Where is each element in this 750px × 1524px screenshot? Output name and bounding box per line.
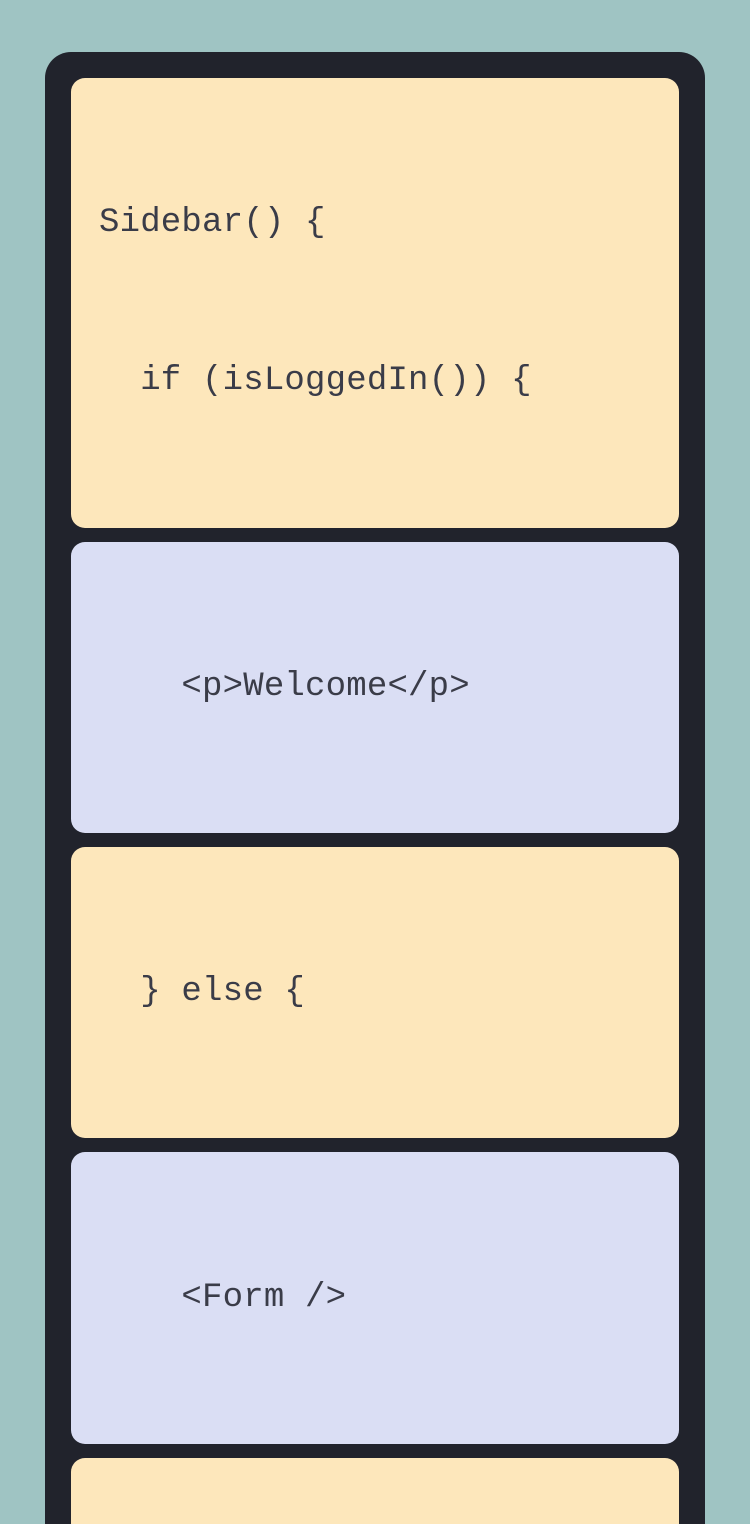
code-line: Sidebar() { bbox=[99, 197, 651, 250]
code-line: <Form /> bbox=[99, 1272, 651, 1325]
code-block-js: Sidebar() { if (isLoggedIn()) { bbox=[71, 78, 679, 528]
code-line: } else { bbox=[99, 966, 651, 1019]
code-line: if (isLoggedIn()) { bbox=[99, 355, 651, 408]
code-block-jsx: <Form /> bbox=[71, 1152, 679, 1443]
code-block-js: } } bbox=[71, 1458, 679, 1524]
code-block-js: } else { bbox=[71, 847, 679, 1138]
code-diagram: Sidebar() { if (isLoggedIn()) { <p>Welco… bbox=[45, 52, 705, 1524]
code-block-jsx: <p>Welcome</p> bbox=[71, 542, 679, 833]
code-line: <p>Welcome</p> bbox=[99, 661, 651, 714]
